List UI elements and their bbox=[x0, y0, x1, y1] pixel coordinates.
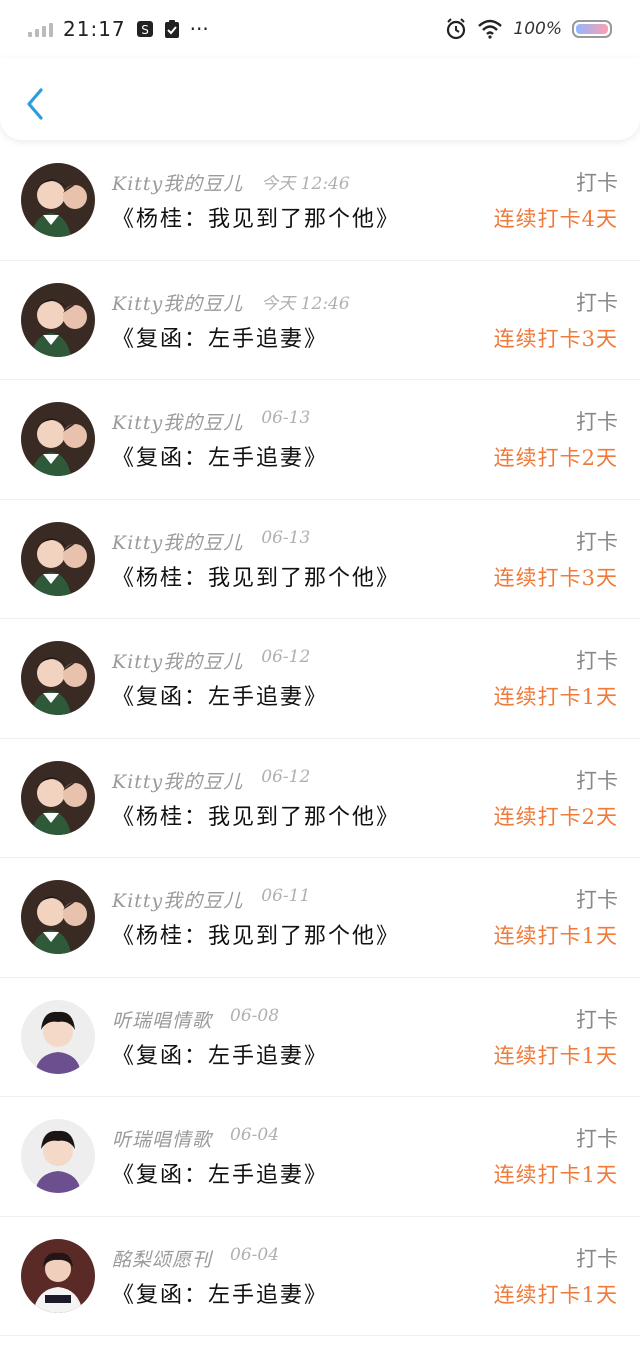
book-title[interactable]: 《杨桂：我见到了那个他》 bbox=[112, 201, 400, 233]
user-name[interactable]: Kitty我的豆儿 bbox=[112, 647, 243, 674]
book-title[interactable]: 《杨桂：我见到了那个他》 bbox=[112, 918, 400, 950]
status-bar-left: 21:17 S ··· bbox=[28, 17, 209, 41]
item-meta: Kitty我的豆儿 今天 12:46 bbox=[112, 169, 350, 196]
list-item[interactable]: Kitty我的豆儿 06-12 《复函：左手追妻》 打卡连续打卡1天 bbox=[0, 619, 640, 739]
list-item[interactable]: Kitty我的豆儿 06-12 《杨桂：我见到了那个他》 打卡连续打卡2天 bbox=[0, 739, 640, 858]
book-title[interactable]: 《复函：左手追妻》 bbox=[112, 1157, 328, 1189]
checkin-label: 打卡 bbox=[576, 649, 618, 673]
item-meta: 听瑞唱情歌 06-08 bbox=[112, 1006, 279, 1033]
wifi-icon bbox=[477, 19, 503, 39]
sync-icon: S bbox=[136, 20, 154, 38]
battery-icon bbox=[572, 20, 612, 38]
item-meta: Kitty我的豆儿 06-11 bbox=[112, 886, 310, 913]
checkin-label: 打卡 bbox=[576, 888, 618, 912]
user-name[interactable]: 听瑞唱情歌 bbox=[112, 1006, 212, 1033]
list-item[interactable]: Kitty我的豆儿 06-11 《杨桂：我见到了那个他》 打卡连续打卡1天 bbox=[0, 858, 640, 978]
streak-label: 连续打卡1天 bbox=[493, 1282, 618, 1307]
list-item[interactable]: 听瑞唱情歌 06-04 《复函：左手追妻》 打卡连续打卡1天 bbox=[0, 1097, 640, 1217]
checkin-label: 打卡 bbox=[576, 1246, 618, 1271]
post-date: 06-13 bbox=[261, 408, 311, 428]
post-date: 06-04 bbox=[230, 1244, 280, 1265]
user-name[interactable]: 听瑞唱情歌 bbox=[112, 1125, 212, 1152]
user-name[interactable]: 酩梨颂愿刊 bbox=[112, 1245, 212, 1272]
streak-label: 连续打卡2天 bbox=[493, 804, 618, 829]
item-meta: Kitty我的豆儿 今天 12:46 bbox=[112, 289, 350, 316]
post-date: 06-11 bbox=[261, 886, 311, 906]
list-item[interactable]: Kitty我的豆儿 06-13 《杨桂：我见到了那个他》 打卡连续打卡3天 bbox=[0, 500, 640, 619]
checkin-label: 打卡 bbox=[576, 1007, 618, 1032]
book-title[interactable]: 《杨桂：我见到了那个他》 bbox=[112, 560, 400, 592]
post-date: 06-04 bbox=[230, 1125, 280, 1145]
avatar[interactable] bbox=[21, 282, 95, 357]
clipboard-icon bbox=[164, 19, 180, 39]
svg-text:S: S bbox=[141, 23, 149, 37]
list-item[interactable]: Kitty我的豆儿 06-13 《复函：左手追妻》 打卡连续打卡2天 bbox=[0, 380, 640, 500]
user-name[interactable]: Kitty我的豆儿 bbox=[112, 886, 243, 913]
user-name[interactable]: Kitty我的豆儿 bbox=[112, 408, 243, 435]
checkin-label: 打卡 bbox=[576, 290, 618, 315]
avatar[interactable] bbox=[21, 521, 95, 596]
streak-label: 连续打卡1天 bbox=[493, 924, 618, 948]
item-meta: Kitty我的豆儿 06-13 bbox=[112, 408, 310, 435]
item-meta: 酩梨颂愿刊 06-04 bbox=[112, 1245, 279, 1272]
signal-icon bbox=[28, 21, 53, 37]
user-name[interactable]: Kitty我的豆儿 bbox=[112, 528, 243, 555]
list-item[interactable]: 听瑞唱情歌 06-08 《复函：左手追妻》 打卡连续打卡1天 bbox=[0, 978, 640, 1097]
post-date: 06-12 bbox=[261, 647, 311, 667]
status-time: 21:17 bbox=[63, 17, 126, 41]
checkin-label: 打卡 bbox=[576, 529, 618, 554]
status-bar-right: 100% bbox=[445, 18, 612, 40]
book-title[interactable]: 《复函：左手追妻》 bbox=[112, 440, 328, 472]
checkin-label: 打卡 bbox=[576, 171, 618, 195]
streak-label: 连续打卡3天 bbox=[493, 326, 618, 351]
avatar[interactable] bbox=[21, 1238, 95, 1313]
user-name[interactable]: Kitty我的豆儿 bbox=[112, 169, 243, 196]
list-item[interactable]: Kitty我的豆儿 今天 12:46 《杨桂：我见到了那个他》 打卡连续打卡4天 bbox=[0, 141, 640, 261]
alarm-icon bbox=[445, 18, 467, 40]
book-title[interactable]: 《复函：左手追妻》 bbox=[112, 679, 328, 711]
avatar[interactable] bbox=[21, 402, 95, 476]
post-date: 06-13 bbox=[261, 527, 311, 548]
avatar[interactable] bbox=[21, 163, 95, 237]
streak-label: 连续打卡3天 bbox=[493, 565, 618, 590]
top-header bbox=[0, 58, 640, 140]
checkin-label: 打卡 bbox=[576, 1127, 618, 1151]
list-item[interactable]: Kitty我的豆儿 今天 12:46 《复函：左手追妻》 打卡连续打卡3天 bbox=[0, 261, 640, 380]
avatar[interactable] bbox=[21, 760, 95, 835]
back-button[interactable] bbox=[20, 84, 50, 124]
checkin-label: 打卡 bbox=[576, 768, 618, 793]
post-date: 今天 12:46 bbox=[261, 293, 350, 314]
book-title[interactable]: 《复函：左手追妻》 bbox=[112, 1277, 328, 1309]
item-meta: Kitty我的豆儿 06-12 bbox=[112, 767, 310, 794]
item-meta: 听瑞唱情歌 06-04 bbox=[112, 1125, 279, 1152]
streak-label: 连续打卡1天 bbox=[493, 1163, 618, 1187]
checkin-label: 打卡 bbox=[576, 410, 618, 434]
book-title[interactable]: 《复函：左手追妻》 bbox=[112, 1038, 328, 1070]
chevron-left-icon bbox=[27, 88, 43, 120]
status-bar: 21:17 S ··· 100% bbox=[0, 0, 640, 58]
book-title[interactable]: 《复函：左手追妻》 bbox=[112, 321, 328, 353]
checkin-list: Kitty我的豆儿 今天 12:46 《杨桂：我见到了那个他》 打卡 连续打卡4天 Kit… bbox=[0, 141, 640, 1336]
user-name[interactable]: Kitty我的豆儿 bbox=[112, 289, 243, 316]
avatar[interactable] bbox=[21, 999, 95, 1074]
list-item[interactable]: 酩梨颂愿刊 06-04 《复函：左手追妻》 打卡连续打卡1天 bbox=[0, 1217, 640, 1336]
avatar[interactable] bbox=[21, 1119, 95, 1193]
book-title[interactable]: 《杨桂：我见到了那个他》 bbox=[112, 799, 400, 831]
item-meta: Kitty我的豆儿 06-13 bbox=[112, 528, 310, 555]
post-date: 今天 12:46 bbox=[261, 174, 350, 194]
streak-label: 连续打卡4天 bbox=[493, 207, 618, 231]
more-icon: ··· bbox=[189, 17, 209, 41]
streak-label: 连续打卡1天 bbox=[493, 1043, 618, 1068]
streak-label: 连续打卡1天 bbox=[493, 685, 618, 709]
user-name[interactable]: Kitty我的豆儿 bbox=[112, 767, 243, 794]
avatar[interactable] bbox=[21, 641, 95, 715]
streak-label: 连续打卡2天 bbox=[493, 446, 618, 470]
avatar[interactable] bbox=[21, 880, 95, 954]
post-date: 06-12 bbox=[261, 766, 311, 787]
post-date: 06-08 bbox=[230, 1005, 280, 1026]
item-meta: Kitty我的豆儿 06-12 bbox=[112, 647, 310, 674]
battery-percent: 100% bbox=[513, 19, 562, 39]
